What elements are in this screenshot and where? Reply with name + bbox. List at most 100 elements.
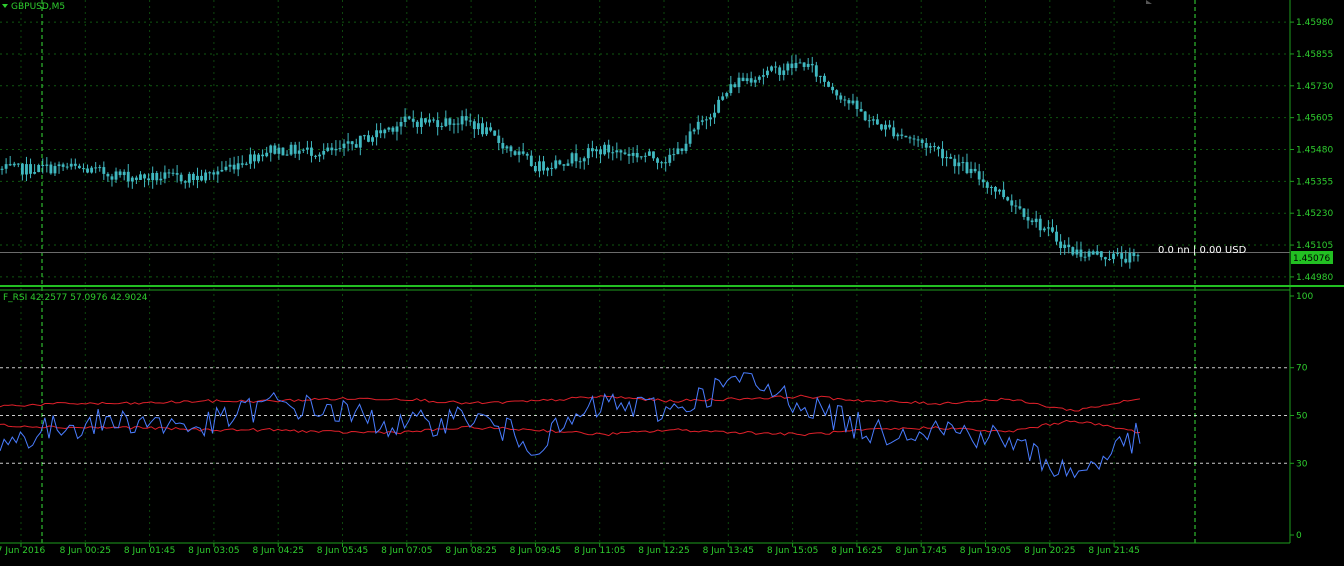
- candle-body: [8, 164, 12, 166]
- candle-body: [415, 121, 419, 127]
- candle-body: [505, 146, 509, 149]
- candle-body: [330, 147, 334, 151]
- candle-body: [692, 129, 696, 132]
- candle-body: [257, 154, 260, 162]
- candle-body: [183, 181, 187, 183]
- candle-body: [737, 77, 741, 88]
- candle-body: [513, 151, 517, 155]
- candle-body: [175, 173, 179, 175]
- candle-body: [216, 171, 220, 175]
- candle-body: [297, 150, 301, 154]
- candle-body: [248, 154, 252, 164]
- candle-body: [228, 164, 232, 167]
- candle-body: [717, 99, 721, 113]
- time-tick-label: 8 Jun 16:25: [831, 546, 882, 556]
- price-tick-label: 1.45355: [1296, 177, 1333, 187]
- candle-body: [464, 116, 468, 121]
- candle-body: [143, 174, 146, 179]
- candle-body: [387, 127, 391, 130]
- candle-body: [45, 164, 49, 166]
- candle-body: [151, 172, 155, 181]
- candle-body: [932, 146, 936, 148]
- candle-body: [619, 150, 623, 153]
- candle-body: [432, 119, 436, 121]
- candle-body: [949, 156, 953, 159]
- candle-body: [29, 164, 32, 174]
- candle-body: [827, 81, 830, 87]
- candle-body: [517, 151, 521, 155]
- candle-body: [1034, 218, 1038, 223]
- candle-body: [1022, 208, 1026, 217]
- candle-body: [253, 154, 256, 162]
- candle-body: [1083, 256, 1087, 258]
- trading-chart: 1.45980 1.45855 1.45730 1.45605 1.45480 1.453…: [0, 0, 1344, 562]
- candle-body: [574, 153, 578, 162]
- candle-body: [546, 167, 550, 171]
- candle-body: [607, 144, 611, 153]
- candle-body: [745, 78, 749, 81]
- candle-body: [98, 167, 102, 169]
- candle-body: [802, 62, 806, 67]
- candle-body: [1046, 227, 1050, 229]
- candle-body: [766, 70, 769, 76]
- time-tick-label: 8 Jun 17:45: [895, 546, 946, 556]
- candle-body: [782, 70, 786, 75]
- candle-body: [220, 169, 224, 172]
- candle-body: [855, 100, 859, 109]
- candle-body: [468, 120, 472, 122]
- candle-body: [20, 163, 24, 175]
- candle-body: [403, 116, 407, 122]
- candle-body: [709, 117, 712, 120]
- candle-body: [713, 112, 716, 118]
- candle-body: [485, 127, 488, 135]
- candle-body: [823, 75, 826, 82]
- candle-body: [900, 134, 904, 136]
- candle-body: [994, 186, 997, 192]
- candle-body: [65, 166, 69, 168]
- candle-body: [69, 163, 73, 167]
- candle-body: [542, 161, 545, 171]
- candle-body: [509, 146, 513, 152]
- candle-body: [627, 153, 631, 156]
- chart-canvas: 1.45980 1.45855 1.45730 1.45605 1.45480 1.453…: [0, 0, 1344, 562]
- candle-body: [749, 78, 753, 83]
- candle-body: [590, 148, 594, 152]
- candle-body: [49, 164, 53, 174]
- candle-body: [831, 86, 835, 91]
- candle-body: [338, 148, 342, 150]
- candle-body: [277, 147, 281, 154]
- candle-body: [244, 163, 248, 165]
- candle-body: [1136, 255, 1140, 257]
- candle-body: [106, 173, 110, 177]
- candle-body: [696, 121, 700, 130]
- candle-body: [937, 146, 940, 149]
- candle-body: [912, 138, 916, 140]
- candle-body: [888, 124, 892, 128]
- candle-body: [399, 121, 403, 127]
- candle-body: [1099, 251, 1103, 258]
- position-text: 0.0 nn | 0.00 USD: [1158, 245, 1247, 256]
- candle-body: [786, 63, 790, 71]
- candle-body: [835, 90, 839, 96]
- candle-body: [86, 168, 89, 173]
- candle-body: [179, 174, 183, 182]
- time-tick-label: 8 Jun 00:25: [60, 546, 111, 556]
- candle-body: [818, 75, 822, 77]
- candle-body: [941, 148, 944, 159]
- candle-body: [440, 126, 444, 128]
- time-tick-label: 8 Jun 08:25: [445, 546, 496, 556]
- candle-body: [37, 165, 41, 173]
- candle-body: [354, 144, 358, 148]
- candle-body: [924, 143, 928, 148]
- candle-body: [57, 164, 61, 167]
- candle-body: [371, 137, 374, 142]
- candle-body: [790, 63, 794, 68]
- candle-body: [1112, 253, 1115, 259]
- candle-body: [676, 148, 680, 155]
- candle-body: [656, 158, 659, 163]
- candle-body: [843, 99, 847, 101]
- candle-body: [16, 163, 20, 165]
- candle-body: [200, 175, 203, 181]
- candle-body: [961, 162, 965, 164]
- candle-body: [639, 156, 643, 158]
